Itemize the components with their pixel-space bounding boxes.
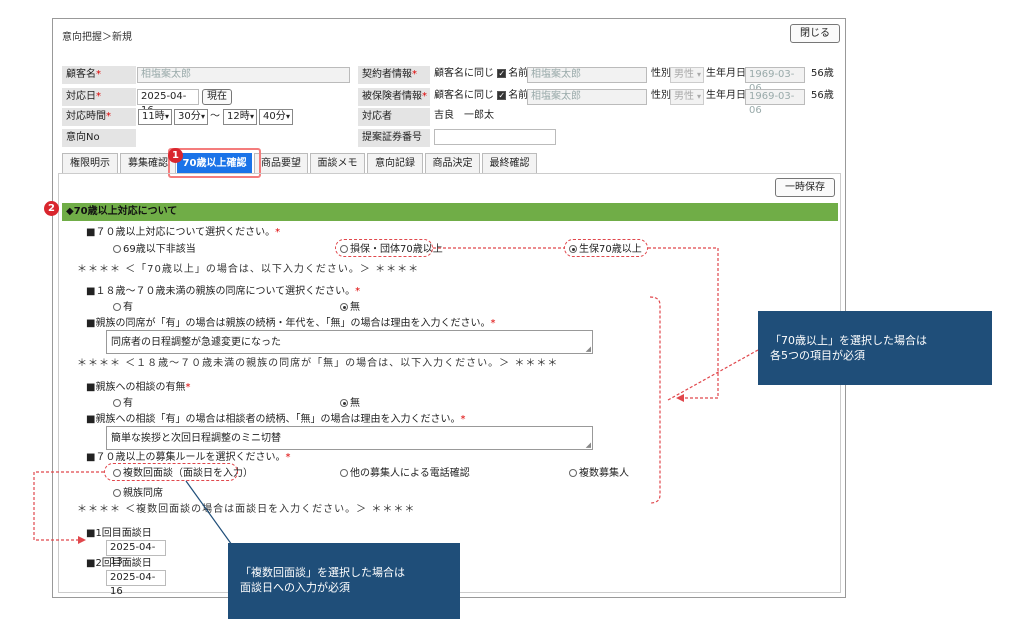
chevron-down-icon: ▾	[696, 70, 701, 79]
check-icon: ✓	[497, 90, 507, 100]
callout-over70-line2: 各5つの項目が必須	[770, 349, 865, 362]
contractor-gender-label: 性別	[651, 68, 671, 79]
insured-same-checkbox[interactable]: 顧客名に同じ ✓ 名前	[434, 88, 528, 104]
date1-field[interactable]: 2025-04-13	[106, 540, 166, 567]
tab-product-decision[interactable]: 商品決定	[425, 153, 480, 173]
insured-age: 56歳	[811, 90, 834, 101]
time-from-min-select[interactable]: 30分 ▾	[174, 109, 208, 125]
intent-no-label: 意向No	[62, 129, 136, 147]
chevron-down-icon: ▾	[285, 112, 290, 121]
insured-gender-select[interactable]: 男性 ▾	[670, 89, 704, 105]
chevron-down-icon: ▾	[696, 92, 701, 101]
contractor-name-field[interactable]: 相塩案太郎	[527, 67, 647, 83]
q4-label: ■親族への相談の有無*	[86, 382, 191, 393]
now-button[interactable]: 現在	[202, 89, 232, 105]
contractor-age: 56歳	[811, 68, 834, 79]
section-title: ◆70歳以上対応について	[62, 203, 838, 221]
q3-label: ■親族の同席が「有」の場合は親族の続柄・年代を、「無」の場合は理由を入力ください…	[86, 318, 496, 329]
check-icon: ✓	[497, 68, 507, 78]
radio-selected-icon	[340, 399, 348, 407]
resize-grip-icon: ◢	[585, 441, 591, 449]
chevron-down-icon: ▾	[164, 112, 169, 121]
callout-interview-line2: 面談日への入力が必須	[240, 581, 350, 594]
time-tilde: 〜	[210, 111, 220, 122]
insured-name-field[interactable]: 相塩案太郎	[527, 89, 647, 105]
q6-option-multi-agents[interactable]: 複数募集人	[569, 468, 629, 480]
insured-birth-label: 生年月日	[706, 90, 746, 101]
contractor-birth-field[interactable]: 1969-03-06	[745, 67, 805, 94]
q6-option-family-present[interactable]: 親族同席	[113, 488, 163, 500]
callout-interview-date: 「複数回面談」を選択した場合は 面談日への入力が必須	[228, 543, 460, 619]
q6-option-phone-check[interactable]: 他の募集人による電話確認	[340, 468, 470, 480]
q1-option-under69[interactable]: 69歳以下非該当	[113, 244, 196, 256]
resize-grip-icon: ◢	[585, 345, 591, 353]
tab-intent-record[interactable]: 意向記録	[367, 153, 423, 173]
responder-label: 対応者	[358, 108, 430, 126]
date2-label: ■2回目面談日	[86, 558, 152, 569]
note-interview-date: ＊＊＊＊ ＜複数回面談の場合は面談日を入力ください。＞ ＊＊＊＊	[77, 504, 416, 515]
callout-over70: 「70歳以上」を選択した場合は 各5つの項目が必須	[758, 311, 992, 385]
q5-label: ■親族への相談「有」の場合は相談者の続柄、「無」の場合は理由を入力ください。*	[86, 414, 466, 425]
tab-final-check[interactable]: 最終確認	[482, 153, 537, 173]
q2-option-no[interactable]: 無	[340, 302, 360, 314]
time-to-hour-select[interactable]: 12時 ▾	[223, 109, 257, 125]
radio-icon	[113, 399, 121, 407]
customer-name-field[interactable]: 相塩案太郎	[137, 67, 350, 83]
badge-two: 2	[44, 201, 59, 216]
tab-product-request[interactable]: 商品要望	[254, 153, 308, 173]
badge-one: 1	[168, 148, 183, 163]
radio-selected-icon	[340, 303, 348, 311]
q5-textarea[interactable]: 簡単な挨拶と次回日程調整のミニ切替 ◢	[106, 426, 593, 450]
radio-icon	[569, 469, 577, 477]
q4-option-yes[interactable]: 有	[113, 398, 133, 410]
insured-birth-field[interactable]: 1969-03-06	[745, 89, 805, 116]
q1-label: ■７０歳以上対応について選択ください。*	[86, 227, 281, 238]
time-to-min-select[interactable]: 40分 ▾	[259, 109, 293, 125]
customer-name-label: 顧客名*	[62, 66, 136, 84]
radio-icon	[113, 303, 121, 311]
annotation-oval-life	[564, 239, 648, 257]
contractor-label: 契約者情報*	[358, 66, 430, 84]
breadcrumb: 意向把握＞新規	[62, 32, 132, 43]
callout-over70-line1: 「70歳以上」を選択した場合は	[770, 334, 927, 347]
responder-value: 吉良 一郎太	[434, 110, 494, 121]
note-over70: ＊＊＊＊ ＜「70歳以上」の場合は、以下入力ください。＞ ＊＊＊＊	[77, 264, 420, 275]
date-field[interactable]: 2025-04-16	[137, 89, 199, 116]
radio-icon	[113, 245, 121, 253]
annotation-oval-nonlife	[335, 239, 433, 257]
date-label: 対応日*	[62, 88, 136, 106]
proposal-no-field[interactable]	[434, 129, 556, 145]
temp-save-button[interactable]: 一時保存	[775, 178, 835, 197]
date1-label: ■1回目面談日	[86, 528, 152, 539]
date2-field[interactable]: 2025-04-16	[106, 570, 166, 597]
q3-textarea[interactable]: 同席者の日程調整が急遽変更になった ◢	[106, 330, 593, 354]
time-from-hour-select[interactable]: 11時 ▾	[138, 109, 172, 125]
time-label: 対応時間*	[62, 108, 136, 126]
contractor-same-checkbox[interactable]: 顧客名に同じ ✓ 名前	[434, 66, 528, 82]
annotation-oval-multi-interview	[104, 463, 238, 481]
q2-option-yes[interactable]: 有	[113, 302, 133, 314]
note-family: ＊＊＊＊ ＜１８歳～７０歳未満の親族の同席が「無」の場合は、以下入力ください。＞…	[77, 358, 559, 369]
chevron-down-icon: ▾	[200, 112, 205, 121]
tab-authority[interactable]: 権限明示	[62, 153, 118, 173]
insured-gender-label: 性別	[651, 90, 671, 101]
close-button[interactable]: 閉じる	[790, 24, 840, 43]
tab-interview-memo[interactable]: 面談メモ	[310, 153, 365, 173]
insured-label: 被保険者情報*	[358, 88, 430, 106]
radio-icon	[340, 469, 348, 477]
contractor-gender-select[interactable]: 男性 ▾	[670, 67, 704, 83]
radio-icon	[113, 489, 121, 497]
q2-label: ■１８歳～７０歳未満の親族の同席について選択ください。*	[86, 286, 361, 297]
proposal-no-label: 提案証券番号	[358, 129, 430, 147]
chevron-down-icon: ▾	[249, 112, 254, 121]
contractor-birth-label: 生年月日	[706, 68, 746, 79]
q4-option-no[interactable]: 無	[340, 398, 360, 410]
callout-interview-line1: 「複数回面談」を選択した場合は	[240, 566, 405, 579]
